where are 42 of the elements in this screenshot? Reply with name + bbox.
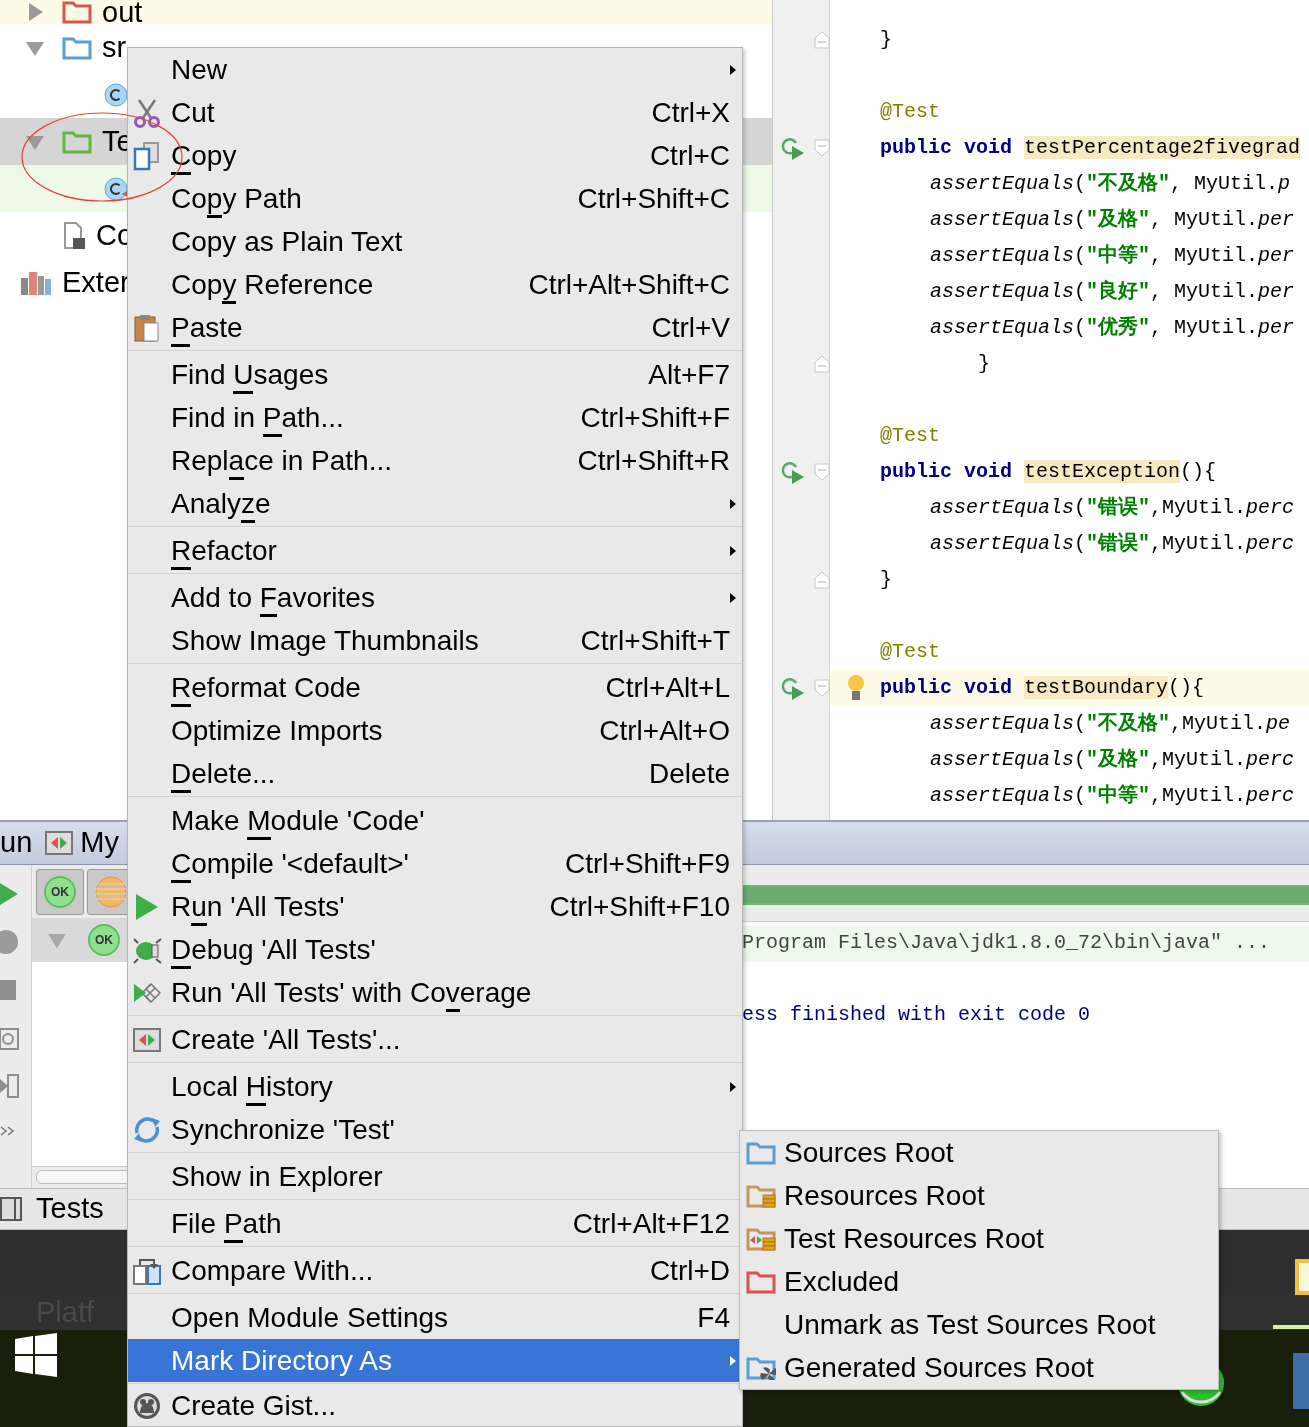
- shortcut-label: Ctrl+Alt+F12: [572, 1206, 730, 1241]
- shortcut-label: Ctrl+V: [651, 310, 730, 345]
- shortcut-label: Ctrl+Shift+F9: [565, 846, 730, 881]
- code-line: assertEquals("错误",MyUtil.perc: [930, 531, 1295, 557]
- code-line: }: [880, 27, 892, 53]
- code-line: @Test: [880, 639, 940, 665]
- shortcut-label: Ctrl+Shift+R: [577, 443, 730, 478]
- code-line: assertEquals("不及格",MyUtil.pe: [930, 711, 1291, 737]
- code-line: assertEquals("不及格", MyUtil.p: [930, 171, 1291, 197]
- shortcut-label: Ctrl+Shift+T: [580, 623, 730, 658]
- code-line: public void testPercentage2fivegrad: [880, 135, 1301, 161]
- status-badge: OK: [88, 924, 120, 956]
- tree-label: sr: [102, 29, 127, 65]
- code-line: }: [978, 351, 990, 377]
- shortcut-label: Ctrl+D: [649, 1253, 730, 1288]
- code-line: @Test: [880, 99, 940, 125]
- code-line: }: [880, 567, 892, 593]
- code-line: assertEquals("错误",MyUtil.perc: [930, 495, 1295, 521]
- code-line: assertEquals("优秀", MyUtil.per: [930, 315, 1295, 341]
- tree-label: out: [102, 0, 143, 24]
- code-line: public void testBoundary(){: [880, 675, 1205, 701]
- tree-label: Exter: [62, 264, 130, 300]
- shortcut-label: Alt+F7: [648, 357, 730, 392]
- code-line: @Test: [880, 423, 940, 449]
- shortcut-label: Ctrl+X: [651, 95, 730, 130]
- shortcut-label: Ctrl+Alt+Shift+C: [528, 267, 730, 302]
- code-line: public void testException(){: [880, 459, 1217, 485]
- tool-window-title: un: [0, 825, 33, 861]
- code-line: assertEquals("中等", MyUtil.per: [930, 243, 1295, 269]
- shortcut-label: Ctrl+Shift+F10: [549, 889, 730, 924]
- shortcut-label: Ctrl+Alt+L: [605, 670, 730, 705]
- code-line: assertEquals("中等",MyUtil.perc: [930, 783, 1295, 809]
- shortcut-label: Ctrl+C: [649, 138, 730, 173]
- code-line: assertEquals("及格",MyUtil.perc: [930, 747, 1295, 773]
- code-line: assertEquals("及格", MyUtil.per: [930, 207, 1295, 233]
- shortcut-label: F4: [697, 1300, 730, 1335]
- console-line: ess finished with exit code 0: [742, 1002, 1092, 1028]
- shortcut-label: Ctrl+Shift+F: [580, 400, 730, 435]
- shortcut-label: Ctrl+Alt+O: [599, 713, 730, 748]
- shortcut-label: Ctrl+Shift+C: [577, 181, 730, 216]
- code-line: assertEquals("良好", MyUtil.per: [930, 278, 1295, 305]
- shortcut-label: Delete: [649, 756, 730, 791]
